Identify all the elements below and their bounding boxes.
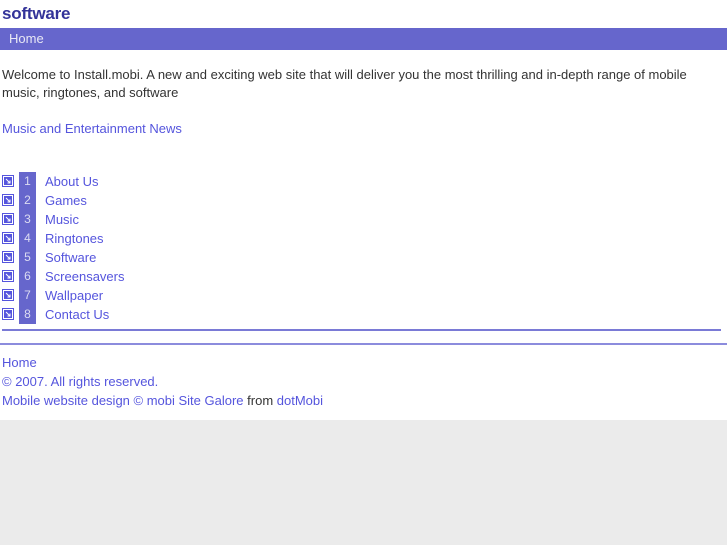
numbered-link-list: 1 About Us 2 Games 3 Music 4 Ringtones 5 Soft… [0,172,727,324]
link-music-entertainment-news[interactable]: Music and Entertainment News [2,121,182,136]
list-item-label[interactable]: Games [36,191,87,210]
footer-credit-from: from [247,393,274,408]
list-item-number: 8 [19,305,36,324]
broken-image-icon [2,307,14,320]
broken-image-icon [2,231,14,244]
layout-spacer [0,136,727,172]
nav-item-home[interactable]: Home [0,28,44,50]
footer-credit-row: Mobile website design © mobi Site Galore… [2,391,727,410]
list-item[interactable]: 7 Wallpaper [2,286,727,305]
footer-copyright[interactable]: © 2007. All rights reserved. [2,374,158,389]
broken-image-icon [2,250,14,263]
footer-link-site-galore[interactable]: Mobile website design © mobi Site Galore [2,393,244,408]
footer: Home © 2007. All rights reserved. Mobile… [0,345,727,410]
list-item-label[interactable]: About Us [36,172,98,191]
page-content: software Home Welcome to Install.mobi. A… [0,0,727,420]
list-item[interactable]: 1 About Us [2,172,727,191]
footer-copyright-row: © 2007. All rights reserved. [2,372,727,391]
broken-image-icon [2,212,14,225]
list-item-label[interactable]: Wallpaper [36,286,103,305]
broken-image-icon [2,269,14,282]
list-item-number: 5 [19,248,36,267]
broken-image-icon [2,174,14,187]
broken-image-icon [2,193,14,206]
footer-link-dotmobi[interactable]: dotMobi [277,393,323,408]
list-item-number: 7 [19,286,36,305]
broken-image-icon [2,288,14,301]
list-item-label[interactable]: Screensavers [36,267,124,286]
list-item[interactable]: 6 Screensavers [2,267,727,286]
list-item-label[interactable]: Ringtones [36,229,104,248]
list-item-number: 6 [19,267,36,286]
list-item-number: 1 [19,172,36,191]
list-item[interactable]: 8 Contact Us [2,305,727,324]
list-item[interactable]: 4 Ringtones [2,229,727,248]
list-item-label[interactable]: Software [36,248,96,267]
list-divider [2,329,721,331]
intro-paragraph: Welcome to Install.mobi. A new and excit… [2,67,687,100]
list-item-number: 4 [19,229,36,248]
list-item[interactable]: 2 Games [2,191,727,210]
news-link-container: Music and Entertainment News [0,102,727,136]
navigation-bar: Home [0,28,727,50]
page-title: software [2,4,71,23]
list-item-number: 2 [19,191,36,210]
list-item-label[interactable]: Music [36,210,79,229]
list-item-number: 3 [19,210,36,229]
list-item[interactable]: 5 Software [2,248,727,267]
footer-link-home[interactable]: Home [2,355,37,370]
list-item-label[interactable]: Contact Us [36,305,109,324]
list-item[interactable]: 3 Music [2,210,727,229]
footer-home-row: Home [2,353,727,372]
